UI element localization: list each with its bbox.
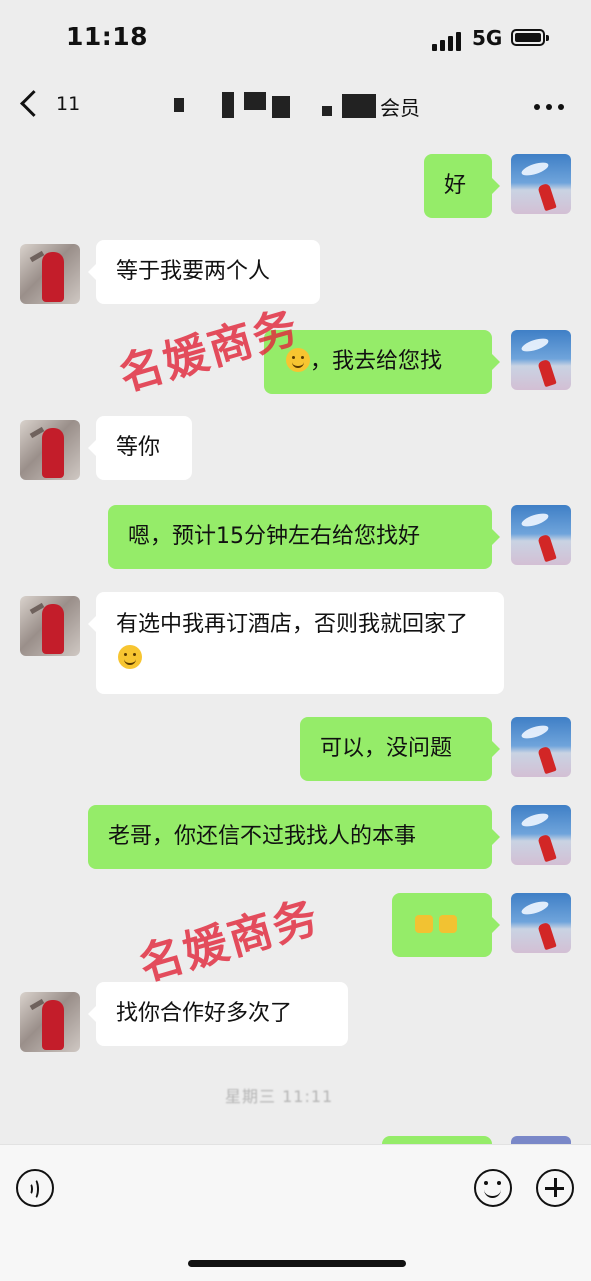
- my-avatar[interactable]: [511, 505, 571, 565]
- plus-icon[interactable]: [536, 1169, 574, 1207]
- message-text: 可以，没问题: [320, 736, 453, 761]
- watermark-text: 名媛商务: [133, 891, 325, 992]
- peer-avatar[interactable]: [20, 596, 80, 656]
- peer-message-bubble[interactable]: 有选中我再订酒店，否则我就回家了: [88, 592, 504, 694]
- status-time: 11:18: [66, 22, 149, 51]
- emoji-icon: [415, 915, 433, 933]
- unread-count: 11: [56, 93, 81, 115]
- my-message-bubble[interactable]: [392, 893, 500, 957]
- my-avatar[interactable]: [511, 805, 571, 865]
- emoji-icon: [439, 915, 457, 933]
- my-avatar[interactable]: [511, 717, 571, 777]
- grin-emoji-icon: [118, 645, 142, 669]
- message-text: 嗯，预计15分钟左右给您找好: [128, 524, 420, 549]
- peer-message-bubble[interactable]: 等你: [88, 416, 192, 480]
- my-message-bubble[interactable]: 嗯，预计15分钟左右给您找好: [108, 505, 500, 569]
- voice-icon[interactable]: [16, 1169, 54, 1207]
- my-avatar[interactable]: [511, 330, 571, 390]
- my-avatar[interactable]: [511, 154, 571, 214]
- back-chevron-icon: [20, 90, 47, 117]
- message-timestamp: 星期三 11:11: [225, 1087, 334, 1106]
- peer-avatar[interactable]: [20, 244, 80, 304]
- title-redaction: [244, 92, 266, 110]
- peer-avatar[interactable]: [20, 420, 80, 480]
- message-text: 等于我要两个人: [116, 259, 271, 284]
- back-button[interactable]: 11: [16, 84, 86, 128]
- chat-header: 11 会员: [0, 78, 591, 134]
- my-avatar[interactable]: [511, 893, 571, 953]
- signal-icon: [432, 31, 466, 51]
- title-redaction: [322, 106, 332, 116]
- emoji-icon[interactable]: [474, 1169, 512, 1207]
- title-redaction: [222, 92, 234, 118]
- my-message-bubble[interactable]: 老哥，你还信不过我找人的本事: [88, 805, 500, 869]
- title-redaction: [272, 96, 290, 118]
- network-type: 5G: [472, 26, 503, 50]
- peer-message-bubble[interactable]: 找你合作好多次了: [88, 982, 348, 1046]
- message-text: 有选中我再订酒店，否则我就回家了: [116, 612, 469, 637]
- battery-icon: [511, 29, 549, 46]
- home-indicator: [188, 1260, 406, 1267]
- peer-avatar[interactable]: [20, 992, 80, 1052]
- message-text: 等你: [116, 435, 161, 460]
- chat-title: 会员: [172, 90, 432, 122]
- message-text: 好: [444, 173, 467, 198]
- message-text: 老哥，你还信不过我找人的本事: [108, 824, 417, 849]
- message-text: ，我去给您找: [310, 349, 443, 374]
- message-text: 找你合作好多次了: [116, 1001, 293, 1026]
- more-icon[interactable]: [532, 102, 566, 112]
- title-redaction: [342, 94, 376, 118]
- chat-title-suffix: 会员: [380, 96, 420, 120]
- title-redaction: [174, 98, 184, 112]
- status-bar: 11:18 5G: [0, 0, 591, 78]
- my-message-bubble[interactable]: 可以，没问题: [300, 717, 500, 781]
- message-input[interactable]: [68, 1163, 464, 1215]
- my-message-bubble[interactable]: 好: [424, 154, 500, 218]
